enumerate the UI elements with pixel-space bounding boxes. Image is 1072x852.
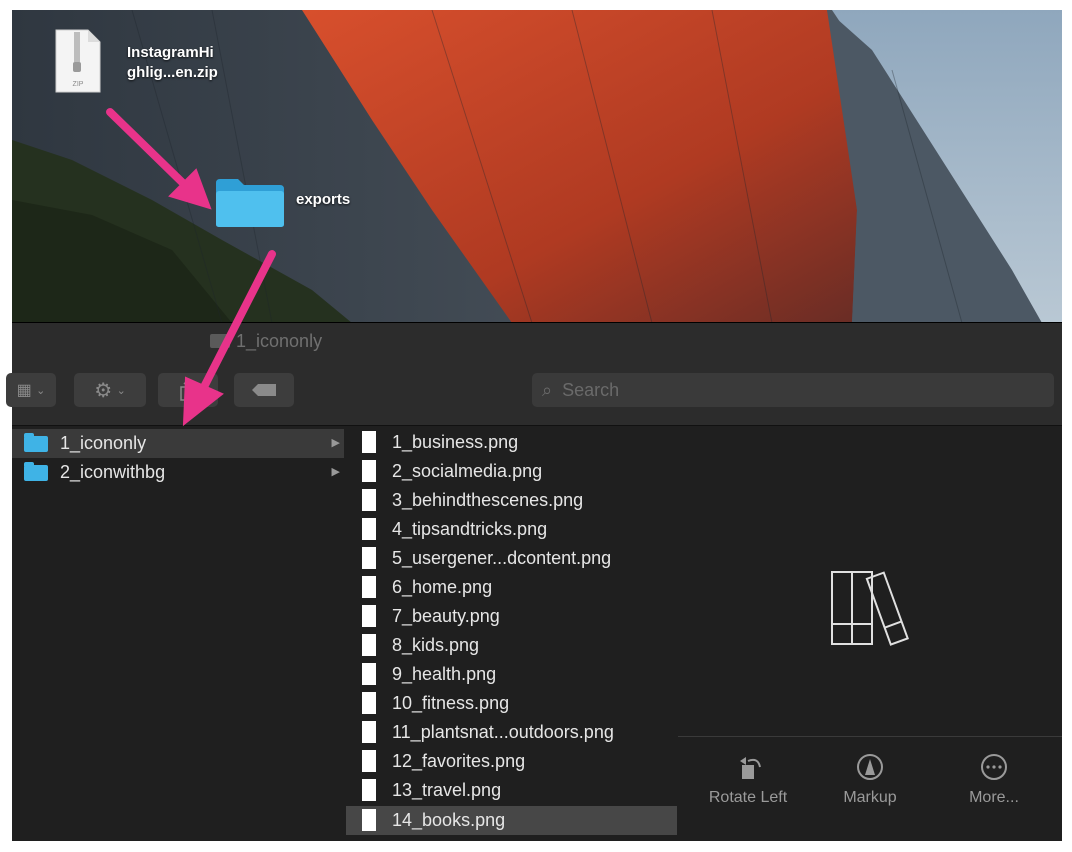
arrow-zip-to-folder (106, 108, 192, 192)
annotation-arrows (106, 108, 276, 427)
arrow-head (182, 376, 224, 427)
arrow-folder-to-finder (201, 250, 276, 389)
